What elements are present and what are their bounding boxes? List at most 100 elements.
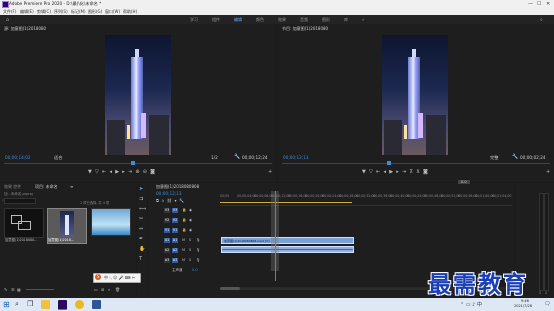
maximize-button[interactable]: ☐: [537, 1, 541, 7]
windows-start-icon[interactable]: ⊞: [3, 300, 12, 309]
workspace-libraries[interactable]: 库: [344, 17, 348, 23]
extract-icon[interactable]: ⊻: [416, 169, 420, 175]
program-resolution-dropdown[interactable]: 完整: [490, 155, 498, 161]
export-frame-icon[interactable]: ◙: [150, 169, 155, 175]
sogou-logo-icon[interactable]: S: [95, 274, 101, 280]
workspace-assembly[interactable]: 组件: [212, 17, 220, 23]
tab-project[interactable]: 项目: 未命名: [35, 184, 58, 190]
search-icon[interactable]: ⌕: [108, 287, 110, 292]
workspace-effects[interactable]: 效果: [278, 17, 286, 23]
workspace-color[interactable]: 颜色: [256, 17, 264, 23]
source-current-timecode[interactable]: 00;00;14;02: [5, 155, 31, 160]
task-view-icon[interactable]: ❒: [27, 300, 36, 309]
program-scrub-bar[interactable]: [282, 163, 550, 164]
taskbar-time[interactable]: 9:46: [521, 299, 529, 303]
go-to-in-icon[interactable]: ⇤: [376, 169, 380, 175]
close-button[interactable]: ✕: [546, 1, 550, 7]
solo-icon[interactable]: S: [539, 291, 541, 295]
track-label-a2[interactable]: A2: [172, 248, 178, 253]
track-select-tool-icon[interactable]: ⇉: [139, 196, 143, 202]
lock-icon[interactable]: 🔒: [182, 218, 186, 222]
new-item-icon[interactable]: ⊞: [101, 287, 104, 292]
source-resolution-dropdown[interactable]: 1/2: [211, 155, 218, 160]
search-icon[interactable]: ⌕: [15, 300, 24, 309]
mute-icon[interactable]: M: [182, 238, 185, 242]
mark-in-icon[interactable]: ▼: [362, 169, 366, 175]
ime-toolbar[interactable]: S 中 ·, ☺ 🎤 ⌨ ✂: [93, 273, 141, 283]
folder-icon[interactable]: ▭: [94, 287, 98, 292]
word-icon[interactable]: [92, 300, 101, 309]
ime-tools-icon[interactable]: 中 ·, ☺ 🎤 ⌨ ✂: [104, 275, 135, 281]
playhead-line[interactable]: [275, 191, 276, 281]
hand-tool-icon[interactable]: ✋: [139, 246, 145, 252]
project-menu-icon[interactable]: ≡: [70, 184, 73, 189]
track-label-a3[interactable]: A3: [172, 258, 178, 263]
mute-icon[interactable]: M: [182, 248, 185, 252]
nest-icon[interactable]: ⧉: [156, 198, 159, 203]
minimize-button[interactable]: —: [528, 1, 533, 7]
solo-icon[interactable]: S: [189, 248, 191, 252]
step-back-icon[interactable]: ◂: [383, 169, 386, 175]
overwrite-icon[interactable]: ⊖: [143, 169, 147, 175]
mark-out-icon[interactable]: ▽: [95, 169, 99, 175]
snap-icon[interactable]: ∩: [161, 198, 164, 203]
add-marker-icon[interactable]: ▾: [175, 198, 177, 203]
eye-icon[interactable]: ◉: [189, 228, 192, 232]
add-button-icon[interactable]: +: [268, 169, 272, 175]
project-item-name[interactable]: 加意图(1)2018...: [48, 237, 74, 242]
project-item-thumbnail[interactable]: [91, 208, 131, 236]
premiere-pro-icon[interactable]: [58, 300, 67, 310]
track-label-v2[interactable]: V2: [172, 218, 178, 223]
zoom-slider[interactable]: [26, 289, 54, 290]
eye-icon[interactable]: ◉: [189, 218, 192, 222]
lock-icon[interactable]: 🔒: [182, 208, 186, 212]
solo-icon[interactable]: S: [189, 258, 191, 262]
timeline-sequence-tab[interactable]: 加意图(1)2018080808: [156, 184, 199, 190]
project-search-input[interactable]: [4, 198, 36, 204]
home-icon[interactable]: ⌂: [6, 17, 9, 23]
go-to-out-icon[interactable]: ⇥: [128, 169, 132, 175]
track-label-v1[interactable]: V1: [172, 228, 178, 233]
step-forward-icon[interactable]: ▸: [396, 169, 399, 175]
program-current-timecode[interactable]: 00;00;12;13: [283, 155, 309, 160]
microphone-icon[interactable]: 🎙: [196, 238, 200, 242]
track-target-a2[interactable]: A2: [164, 248, 170, 253]
ripple-edit-tool-icon[interactable]: ⟺: [139, 206, 146, 212]
lock-icon[interactable]: 🔒: [182, 228, 186, 232]
source-fit-dropdown[interactable]: 适合: [54, 155, 62, 161]
microphone-icon[interactable]: 🎙: [196, 248, 200, 252]
workspace-graphics[interactable]: 图形: [322, 17, 330, 23]
workspace-learn[interactable]: 学习: [190, 17, 198, 23]
list-view-icon[interactable]: ☰: [11, 287, 15, 292]
slip-tool-icon[interactable]: ⇔: [139, 226, 143, 232]
taskbar-date[interactable]: 2021/7/28: [514, 304, 532, 308]
microphone-icon[interactable]: 🎙: [196, 258, 200, 262]
work-area-bar[interactable]: [220, 202, 352, 203]
step-forward-icon[interactable]: ▸: [122, 169, 125, 175]
search-icon[interactable]: ⌕: [540, 17, 543, 23]
program-playhead[interactable]: [387, 161, 391, 165]
solo-icon[interactable]: S: [545, 291, 547, 295]
track-label-a1[interactable]: A1: [172, 238, 178, 243]
solo-icon[interactable]: S: [189, 238, 191, 242]
trash-icon[interactable]: 🗑: [115, 287, 120, 292]
mute-icon[interactable]: M: [182, 258, 185, 262]
export-frame-icon[interactable]: ◙: [423, 169, 428, 175]
source-playhead[interactable]: [131, 161, 135, 165]
pen-tool-icon[interactable]: ✒: [139, 236, 143, 242]
track-label-v3[interactable]: V3: [172, 208, 178, 213]
insert-icon[interactable]: ⊕: [135, 169, 139, 175]
wrench-icon[interactable]: 🔧: [512, 154, 518, 160]
track-target-v2[interactable]: V2: [164, 218, 170, 223]
track-target-a1[interactable]: A1: [164, 238, 170, 243]
notification-icon[interactable]: 🗨: [544, 301, 550, 307]
video-clip-v1[interactable]: 加意图(1)2018080808.mp4 [V]: [221, 237, 354, 244]
type-tool-icon[interactable]: T: [139, 256, 142, 262]
track-target-v1[interactable]: V1: [164, 228, 170, 233]
selection-tool-icon[interactable]: ➤: [139, 186, 143, 192]
pencil-icon[interactable]: ✎: [4, 287, 7, 292]
track-target-a3[interactable]: A3: [164, 258, 170, 263]
play-icon[interactable]: ▶: [389, 169, 393, 175]
project-item-name[interactable]: 加意图(1)2018080...: [5, 237, 37, 242]
source-monitor-tab[interactable]: 源: 加意图(1)2018080: [4, 26, 46, 32]
